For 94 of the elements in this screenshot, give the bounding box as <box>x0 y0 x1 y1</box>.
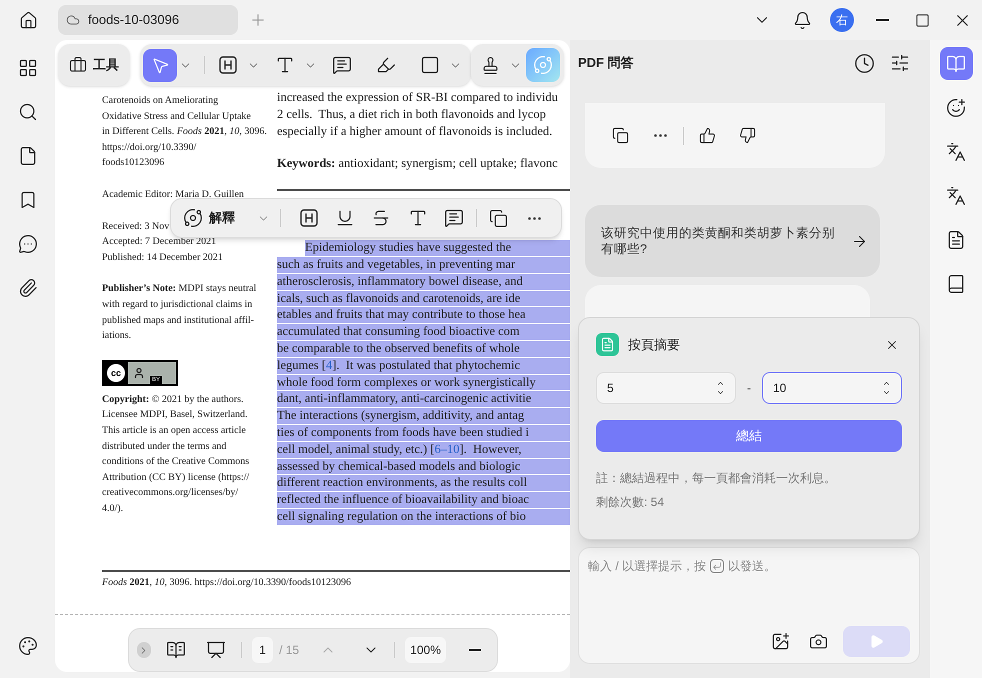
heading-box-icon <box>218 55 238 75</box>
margin-note-line: published maps and institutional affil- <box>102 314 254 328</box>
text-icon <box>408 208 428 228</box>
body-text-line: especially if a higher amount of flavonoids is included. <box>277 122 552 140</box>
ai-orbit-icon <box>533 55 553 75</box>
margin-note-line: Academic Editor: Maria D. Guillen <box>102 188 244 202</box>
start-page-field[interactable]: 5 <box>596 372 736 404</box>
margin-note-line: creativecommons.org/licenses/by/ <box>102 486 238 500</box>
ai-orbit-icon <box>183 208 203 228</box>
chevron-up-icon <box>716 379 725 388</box>
search-icon <box>18 102 38 122</box>
body-text-line: increased the expression of SR-BI compared to individu <box>277 89 558 106</box>
thumbs-up-icon <box>698 127 716 144</box>
person-icon <box>132 366 145 379</box>
margin-note-line: https://doi.org/10.3390/ <box>102 140 196 155</box>
page-icon <box>18 146 38 166</box>
sliders-icon <box>890 53 910 73</box>
heading-box-icon <box>298 208 319 228</box>
maximize-icon <box>914 12 930 28</box>
margin-note-line: Received: 3 Nov <box>102 220 170 234</box>
send-icon <box>869 634 884 649</box>
paperclip-icon <box>18 278 38 298</box>
pdf-chat-button[interactable] <box>940 47 972 80</box>
stamp-icon <box>480 56 500 74</box>
margin-note-line: in Different Cells. Foods 2021, 10, 3096. <box>102 125 267 140</box>
rectangle-icon <box>420 55 440 75</box>
thumbs-down-icon <box>738 127 756 144</box>
camera-icon <box>808 632 828 651</box>
chevron-down-icon <box>882 388 891 397</box>
zoom-field[interactable]: 100% <box>405 637 446 663</box>
copy-icon <box>489 208 508 228</box>
margin-note-line: foods10123096 <box>102 156 164 170</box>
page-footer: Foods 2021, 10, 3096. https://doi.org/10.3390/foods10123096 <box>102 576 351 590</box>
home-icon <box>18 10 38 30</box>
margin-note-line: Copyright: © 2021 by the authors. <box>102 392 244 407</box>
margin-note-line: Attribution (CC BY) license (https:// <box>102 470 250 485</box>
enter-key-icon <box>710 559 724 573</box>
cc-symbol: cc <box>107 364 125 382</box>
comment-icon <box>444 208 464 228</box>
dialog-title: 按頁摘要 <box>628 336 680 354</box>
chevron-down-icon <box>716 388 725 397</box>
tools-button[interactable]: 工具 <box>58 44 130 86</box>
translate-icon <box>946 142 966 162</box>
page-number-field[interactable]: 1 <box>252 637 274 663</box>
grid-icon <box>18 58 38 78</box>
summarize-button[interactable]: 總結 <box>596 420 902 452</box>
book-icon <box>166 640 186 660</box>
underline-icon <box>335 208 356 228</box>
copy-icon <box>612 127 628 144</box>
margin-note-line: conditions of the Creative Commons <box>102 455 250 470</box>
keywords-line: Keywords: antioxidant; synergism; cell uptake; flavonc <box>277 155 558 172</box>
palette-icon <box>18 636 38 656</box>
highlighter-icon <box>376 55 396 75</box>
margin-note-line: Published: 14 December 2021 <box>102 250 223 265</box>
toolbox-icon <box>69 56 87 74</box>
bell-icon <box>792 10 812 30</box>
margin-note-line: 4.0/). <box>102 502 124 516</box>
minus-icon <box>469 649 482 651</box>
margin-note-line: Publisher’s Note: MDPI stays neutral <box>102 282 256 296</box>
margin-note-line: This article is an open access article <box>102 424 246 438</box>
explain-button[interactable]: 解釋 <box>179 203 239 233</box>
suggested-question[interactable]: 该研究中使用的类黄酮和类胡萝卜素分别有哪些? <box>585 205 880 277</box>
comment-icon <box>18 234 38 254</box>
chevron-up-icon <box>882 379 891 388</box>
collapse-button[interactable] <box>136 642 151 658</box>
range-separator: - <box>747 380 751 397</box>
margin-note-line: with regard to jurisdictional claims in <box>102 298 252 312</box>
pointer-icon <box>150 56 170 74</box>
end-page-field[interactable]: 10 <box>762 372 902 404</box>
margin-note-line: Oxidative Stress and Cellular Uptake <box>102 110 251 124</box>
page-total: / 15 <box>279 642 300 659</box>
input-hint: 以發送。 <box>728 558 776 575</box>
translate-icon <box>946 186 966 206</box>
margin-note-line: distributed under the terms and <box>102 440 226 454</box>
book-icon <box>946 274 966 294</box>
remaining-count: 剩餘次數: 54 <box>596 494 664 511</box>
more-icon <box>528 216 542 220</box>
text-icon <box>275 55 295 75</box>
comment-icon <box>332 55 352 75</box>
panel-title: PDF 問答 <box>578 54 634 72</box>
question-text: 该研究中使用的类黄酮和类胡萝卜素分别有哪些? <box>601 225 836 257</box>
margin-note-line: iations. <box>102 329 132 344</box>
usage-note: 註：總結過程中，每一頁都會消耗一次利息。 <box>596 470 836 487</box>
clock-icon <box>854 52 874 74</box>
input-hint: 輸入 / 以選擇提示，按 <box>588 558 706 575</box>
minimize-icon <box>876 19 888 21</box>
body-text-line: 2 cells. Thus, a diet rich in both flavonoids and lycop <box>277 106 546 123</box>
margin-note-line: Carotenoids on Ameliorating <box>102 94 218 108</box>
more-icon <box>654 134 666 137</box>
margin-note-line: Licensee MDPI, Basel, Switzerland. <box>102 408 248 422</box>
presentation-icon <box>206 640 226 660</box>
document-tab[interactable]: foods-10-03096 <box>58 5 238 35</box>
user-avatar[interactable]: 右 <box>830 8 854 32</box>
cloud-icon <box>66 13 80 27</box>
